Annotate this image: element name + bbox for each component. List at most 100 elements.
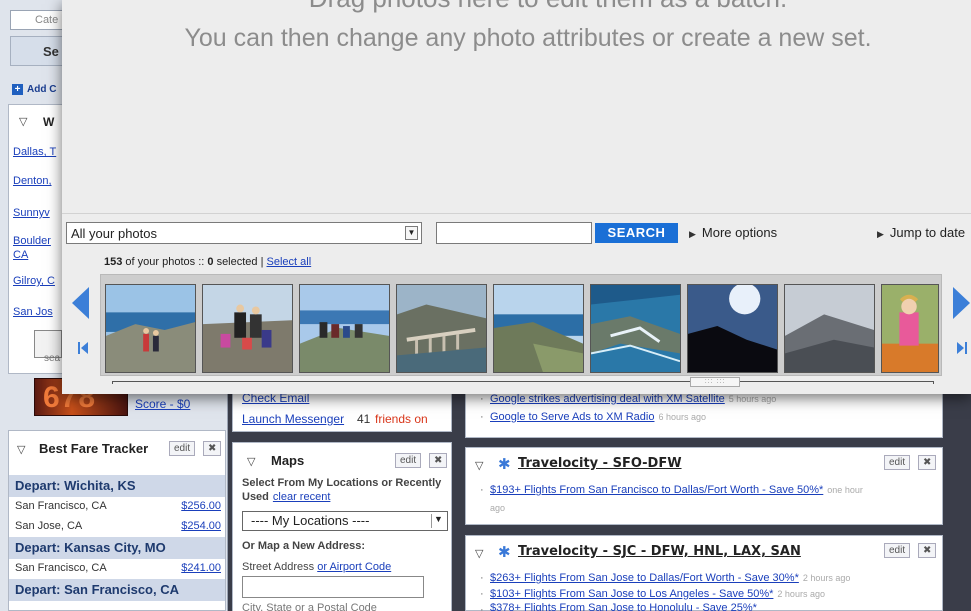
bullet: · [480, 604, 484, 611]
select-all-link[interactable]: Select all [267, 256, 312, 268]
news-item[interactable]: Google strikes advertising deal with XM … [490, 393, 776, 405]
edit-button[interactable]: edit [884, 455, 911, 470]
expand-triangle-icon: ▶ [689, 229, 696, 239]
drop-zone-divider [62, 213, 971, 214]
scroll-left-arrow-icon[interactable] [72, 287, 89, 319]
weather-link-dallas[interactable]: Dallas, T [13, 146, 56, 158]
edit-button[interactable]: edit [884, 543, 911, 558]
batch-organizer-panel: Drag photos here to edit them as a batch… [62, 0, 971, 394]
fare-price-link[interactable]: $254.00 [181, 520, 221, 532]
jump-to-date-toggle[interactable]: ▶ Jump to date [877, 225, 965, 240]
scroll-right-arrow-icon[interactable] [953, 287, 970, 319]
more-options-toggle[interactable]: ▶ More options [689, 225, 777, 240]
flight-deal-item[interactable]: $378+ Flights From San Jose to Honolulu … [490, 602, 761, 611]
fare-price-link[interactable]: $241.00 [181, 562, 221, 574]
photo-search-input[interactable] [436, 222, 592, 244]
photo-count: 153 [104, 256, 123, 268]
travelocity-star-icon: ✱ [498, 456, 511, 473]
photo-thumbnail[interactable] [881, 284, 939, 373]
or-map-label: Or Map a New Address: [242, 540, 366, 552]
collapse-triangle-icon[interactable]: ▽ [17, 443, 25, 456]
deal-age: ago [490, 503, 506, 513]
flight-deal-link[interactable]: $378+ Flights From San Jose to Honolulu … [490, 602, 757, 611]
weather-link-boulder[interactable]: Boulder [13, 235, 51, 247]
flight-deal-item[interactable]: $103+ Flights From San Jose to Los Angel… [490, 588, 825, 600]
fare-city: San Jose, CA [15, 520, 83, 532]
weather-link-sunnyvale[interactable]: Sunnyv [13, 207, 50, 219]
news-link[interactable]: Google to Serve Ads to XM Radio [490, 411, 654, 423]
news-link[interactable]: Google strikes advertising deal with XM … [490, 393, 725, 405]
selected-count: 0 [207, 256, 214, 268]
search-button[interactable]: SEARCH [595, 223, 678, 243]
collapse-triangle-icon[interactable]: ▽ [247, 455, 255, 468]
deal-age-wrap: ago [490, 502, 505, 514]
photo-thumbnail[interactable] [299, 284, 390, 373]
module-title[interactable]: Travelocity - SJC - DFW, HNL, LAX, SAN [518, 544, 801, 559]
street-address-input[interactable] [242, 576, 424, 598]
news-item[interactable]: Google to Serve Ads to XM Radio 6 hours a… [490, 411, 706, 423]
airport-code-link[interactable]: or Airport Code [317, 561, 391, 573]
strip-scroll-track[interactable] [112, 381, 934, 384]
photo-count-line: 153 of your photos :: 0 selected | Selec… [104, 256, 311, 268]
flight-deal-item[interactable]: $263+ Flights From San Jose to Dallas/Fo… [490, 572, 850, 584]
weather-link-gilroy[interactable]: Gilroy, C [13, 275, 55, 287]
module-title[interactable]: Travelocity - SFO-DFW [518, 456, 682, 471]
close-icon[interactable]: ✖ [918, 543, 937, 558]
photo-thumbnail[interactable] [687, 284, 778, 373]
locations-label-text: Select From My Locations or Recently Use… [242, 477, 442, 503]
friends-on-label: friends on [375, 412, 428, 426]
photo-thumbnail[interactable] [590, 284, 681, 373]
flight-deal-item[interactable]: $193+ Flights From San Francisco to Dall… [490, 484, 863, 496]
fare-city: San Francisco, CA [15, 562, 107, 574]
close-icon[interactable]: ✖ [918, 455, 937, 470]
edit-button[interactable]: edit [169, 441, 196, 456]
screen: Cate Se + Add C ▽ W Dallas, T Denton, Sun… [0, 0, 971, 611]
strip-scroll-thumb[interactable]: ::: ::: [690, 377, 740, 387]
jump-to-date-label: Jump to date [889, 225, 966, 240]
deal-age: 2 hours ago [802, 573, 851, 583]
drop-zone-heading: Drag photos here to edit them as a batch… [168, 0, 928, 14]
travelocity-sjc-module: ▽ ✱ Travelocity - SJC - DFW, HNL, LAX, S… [465, 535, 943, 611]
fare-price-link[interactable]: $256.00 [181, 500, 221, 512]
clear-recent-link[interactable]: clear recent [273, 491, 330, 503]
flight-deal-link[interactable]: $263+ Flights From San Jose to Dallas/Fo… [490, 572, 799, 584]
launch-messenger-link[interactable]: Launch Messenger [242, 412, 344, 426]
photo-filter-select[interactable]: All your photos ▼ [66, 222, 422, 244]
photo-thumbnail[interactable] [493, 284, 584, 373]
dropdown-arrow-icon[interactable]: ▼ [431, 514, 445, 528]
bullet: · [480, 411, 484, 423]
dropdown-arrow-icon[interactable]: ▼ [405, 226, 418, 240]
close-icon[interactable]: ✖ [203, 441, 222, 456]
locations-label: Select From My Locations or Recently Use… [242, 476, 442, 504]
weather-link-denton[interactable]: Denton, [13, 175, 52, 187]
edit-button[interactable]: edit [395, 453, 422, 468]
skip-to-end-icon[interactable] [956, 342, 967, 354]
page-edge [943, 390, 971, 611]
weather-link-boulder-state[interactable]: CA [13, 249, 28, 261]
collapse-triangle-icon[interactable]: ▽ [19, 115, 27, 128]
travelocity-sfo-module: ▽ ✱ Travelocity - SFO-DFW edit ✖ · $193+… [465, 447, 943, 525]
fare-row: San Francisco, CA $241.00 [9, 559, 225, 579]
news-age: 6 hours ago [658, 412, 707, 422]
my-locations-dropdown[interactable]: ---- My Locations ---- ▼ [242, 511, 448, 531]
collapse-triangle-icon[interactable]: ▽ [475, 459, 483, 472]
photo-thumbnail[interactable] [202, 284, 293, 373]
city-state-label: City, State or a Postal Code [242, 602, 377, 611]
weather-link-san-jose[interactable]: San Jos [13, 306, 53, 318]
weather-search-label: sea [44, 353, 61, 364]
fare-row: San Francisco, CA $256.00 [9, 497, 225, 517]
photo-thumbnail[interactable] [396, 284, 487, 373]
collapse-triangle-icon[interactable]: ▽ [475, 547, 483, 560]
add-content-link[interactable]: + Add C [12, 84, 56, 95]
flight-deal-link[interactable]: $103+ Flights From San Jose to Los Angel… [490, 588, 773, 600]
photo-thumbnail[interactable] [105, 284, 196, 373]
bullet: · [480, 572, 484, 584]
photo-thumbnail[interactable] [784, 284, 875, 373]
score-link[interactable]: Score - $0 [135, 397, 190, 411]
maps-module: ▽ Maps edit ✖ Select From My Locations o… [232, 442, 452, 611]
drop-zone-instructions: You can then change any photo attributes… [184, 24, 872, 52]
close-icon[interactable]: ✖ [429, 453, 448, 468]
flight-deal-link[interactable]: $193+ Flights From San Francisco to Dall… [490, 484, 823, 496]
photo-strip [100, 274, 942, 376]
skip-to-start-icon[interactable] [78, 342, 89, 354]
